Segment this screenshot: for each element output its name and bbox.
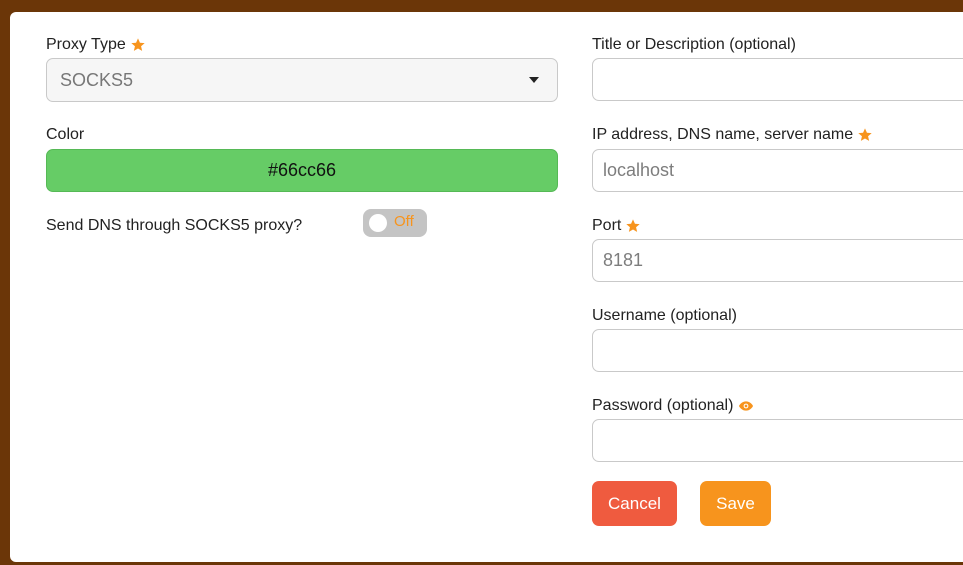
- toggle-state-text: Off: [394, 213, 414, 230]
- send-dns-label-text: Send DNS through SOCKS5 proxy?: [46, 217, 303, 234]
- port-input[interactable]: [593, 240, 963, 281]
- color-picker[interactable]: #66cc66: [46, 149, 558, 192]
- username-field-wrap: [592, 329, 963, 372]
- host-field-wrap: [592, 149, 963, 192]
- cancel-button[interactable]: Cancel: [592, 481, 677, 526]
- proxy-type-value: SOCKS5: [60, 69, 134, 90]
- username-label-text: Username (optional): [592, 307, 737, 324]
- proxy-type-label-text: Proxy Type: [46, 36, 126, 53]
- eye-icon[interactable]: [738, 398, 754, 414]
- title-label: Title or Description (optional): [592, 35, 796, 55]
- password-label-text: Password (optional): [592, 397, 734, 414]
- save-button[interactable]: Save: [700, 481, 771, 526]
- send-dns-label: Send DNS through SOCKS5 proxy?: [46, 216, 302, 236]
- color-label-text: Color: [46, 126, 85, 143]
- password-field-wrap: [592, 419, 963, 462]
- title-label-text: Title or Description (optional): [592, 36, 796, 53]
- proxy-edit-panel: Proxy Type SOCKS5 Color #66cc66 Send DNS…: [10, 12, 963, 562]
- title-input[interactable]: [593, 59, 963, 100]
- star-icon: [858, 128, 872, 141]
- chevron-down-icon: [529, 77, 539, 83]
- host-label-text: IP address, DNS name, server name: [592, 126, 854, 143]
- host-input[interactable]: [593, 150, 963, 191]
- username-input[interactable]: [593, 330, 963, 371]
- proxy-type-select[interactable]: SOCKS5: [46, 58, 558, 102]
- username-label: Username (optional): [592, 306, 737, 326]
- port-label: Port: [592, 216, 641, 236]
- password-input[interactable]: [593, 420, 963, 461]
- toggle-knob: [369, 214, 387, 232]
- title-field-wrap: [592, 58, 963, 101]
- password-label: Password (optional): [592, 396, 754, 416]
- send-dns-toggle[interactable]: Off: [363, 209, 427, 237]
- star-icon: [131, 38, 145, 51]
- color-value: #66cc66: [267, 160, 337, 180]
- host-label: IP address, DNS name, server name: [592, 125, 873, 145]
- proxy-type-label: Proxy Type: [46, 35, 146, 55]
- color-label: Color: [46, 125, 84, 145]
- port-field-wrap: [592, 239, 963, 282]
- star-icon: [626, 219, 641, 232]
- port-label-text: Port: [592, 217, 622, 234]
